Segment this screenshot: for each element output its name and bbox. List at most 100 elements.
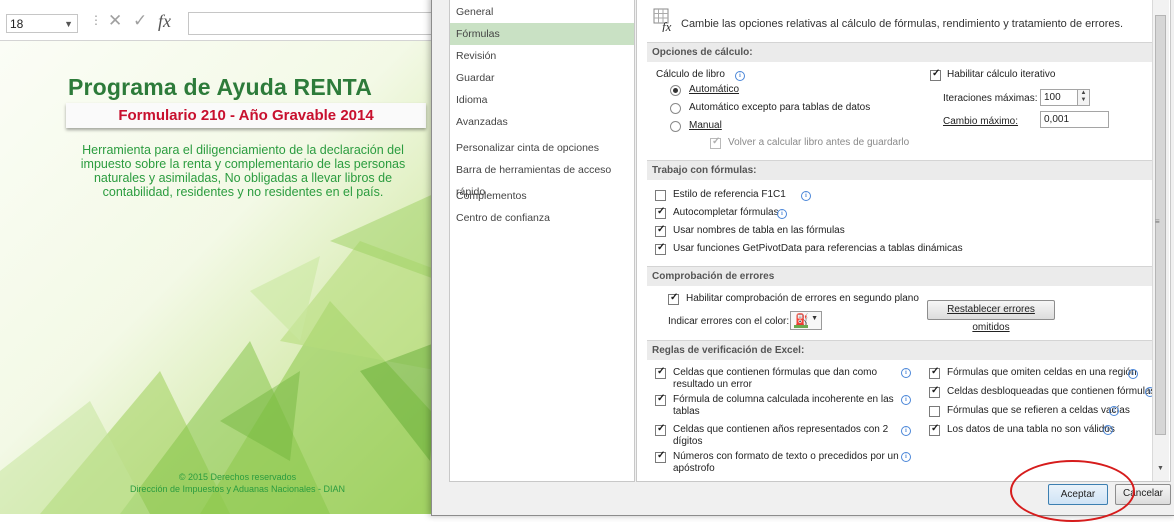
more-icon: ⋮ — [90, 13, 102, 27]
checkbox-rule-two-digit-years[interactable] — [655, 423, 666, 436]
check-icon[interactable]: ✓ — [133, 11, 147, 31]
name-box[interactable]: 18 ▼ — [6, 14, 78, 33]
rule-inconsistent-column-line2[interactable]: tablas — [673, 406, 700, 417]
iterative-label[interactable]: Habilitar cálculo iterativo — [947, 69, 1055, 80]
options-content: fx Cambie las opciones relativas al cálc… — [636, 0, 1171, 482]
info-icon: i — [801, 191, 811, 201]
nav-item-revision[interactable]: Revisión — [450, 45, 634, 67]
nav-item-avanzadas[interactable]: Avanzadas — [450, 111, 634, 133]
nav-item-centro-confianza[interactable]: Centro de confianza — [450, 207, 634, 229]
rule-invalid-table-data-label[interactable]: Los datos de una tabla no son válidos — [947, 424, 1115, 435]
formula-input[interactable] — [188, 12, 440, 35]
institution-line: Dirección de Impuestos y Aduanas Naciona… — [129, 484, 346, 494]
checkbox-rule-numbers-as-text[interactable] — [655, 450, 666, 463]
info-icon: i — [1109, 406, 1119, 416]
cancel-icon[interactable]: ✕ — [108, 11, 122, 31]
nav-item-complementos[interactable]: Complementos — [450, 185, 634, 207]
info-icon: i — [901, 452, 911, 462]
max-change-label: Cambio máximo: — [943, 116, 1019, 127]
excel-workbook: 18 ▼ ⋮ ✕ ✓ fx Programa de Ayuda RENTA Fo… — [0, 0, 440, 514]
copyright-line: © 2015 Derechos reservados — [178, 472, 297, 482]
checkbox-iterative[interactable] — [930, 68, 941, 81]
nav-item-formulas[interactable]: Fórmulas — [450, 23, 634, 45]
error-color-picker[interactable]: ⛽ ▼ — [790, 311, 822, 330]
grip-icon: ≡ — [1155, 217, 1160, 226]
formula-icon: fx — [653, 8, 672, 32]
scroll-down-icon[interactable]: ▼ — [1157, 465, 1164, 472]
program-description: Herramienta para el diligenciamiento de … — [80, 143, 406, 199]
insert-function-icon[interactable]: fx — [158, 11, 171, 32]
checkbox-rule-inconsistent-column[interactable] — [655, 393, 666, 406]
max-iterations-input[interactable]: 100 — [1040, 89, 1078, 106]
r1c1-label[interactable]: Estilo de referencia F1C1 — [673, 189, 786, 200]
info-icon: i — [901, 368, 911, 378]
chevron-down-icon[interactable]: ▼ — [64, 15, 73, 34]
error-color-label: Indicar errores con el color: — [668, 316, 790, 327]
rule-error-formulas-line2[interactable]: resultado un error — [673, 379, 752, 390]
section-formulas: Trabajo con fórmulas: — [647, 160, 1164, 180]
cancel-button[interactable]: Cancelar — [1115, 484, 1171, 505]
vertical-scrollbar[interactable]: ≡ ▼ — [1152, 0, 1169, 481]
radio-auto-except-tables[interactable] — [670, 103, 681, 114]
rule-inconsistent-column-line1[interactable]: Fórmula de columna calculada incoherente… — [673, 394, 894, 405]
background-error-check-label[interactable]: Habilitar comprobación de errores en seg… — [686, 293, 919, 304]
checkbox-rule-invalid-table-data[interactable] — [929, 423, 940, 436]
autocomplete-label[interactable]: Autocompletar fórmulas — [673, 207, 779, 218]
checkbox-rule-unlocked-cells[interactable] — [929, 385, 940, 398]
worksheet: Programa de Ayuda RENTA Formulario 210 -… — [0, 41, 440, 514]
section-error-checking: Comprobación de errores — [647, 266, 1164, 286]
info-icon: i — [901, 395, 911, 405]
checkbox-recalc-before-save — [710, 136, 721, 149]
color-swatch — [794, 325, 808, 328]
checkbox-autocomplete[interactable] — [655, 206, 666, 219]
info-icon: i — [901, 426, 911, 436]
checkbox-rule-error-formulas[interactable] — [655, 366, 666, 379]
rule-numbers-as-text-line2[interactable]: apóstrofo — [673, 463, 715, 474]
rule-two-digit-years-line2[interactable]: dígitos — [673, 436, 702, 447]
header-description: Cambie las opciones relativas al cálculo… — [681, 18, 1124, 30]
radio-manual[interactable] — [670, 121, 681, 132]
nav-item-barra-acceso-rapido[interactable]: Barra de herramientas de acceso rápido — [450, 159, 634, 198]
reset-ignored-errors-button[interactable]: Restablecer errores omitidos — [927, 300, 1055, 333]
section-excel-rules: Reglas de verificación de Excel: — [647, 340, 1164, 360]
rule-two-digit-years-line1[interactable]: Celdas que contienen años representados … — [673, 424, 888, 435]
rule-omit-cells-label[interactable]: Fórmulas que omiten celdas en una región — [947, 367, 1137, 378]
workbook-calc-label: Cálculo de libro — [656, 69, 725, 80]
rule-empty-cells-label[interactable]: Fórmulas que se refieren a celdas vacías — [947, 405, 1130, 416]
nav-item-personalizar-cinta[interactable]: Personalizar cinta de opciones — [450, 137, 634, 159]
nav-item-idioma[interactable]: Idioma — [450, 89, 634, 111]
rule-numbers-as-text-line1[interactable]: Números con formato de texto o precedido… — [673, 451, 899, 462]
form-subtitle: Formulario 210 - Año Gravable 2014 — [66, 103, 426, 128]
radio-automatic-label[interactable]: Automático — [689, 84, 739, 95]
info-icon: i — [1103, 425, 1113, 435]
radio-manual-label[interactable]: Manual — [689, 120, 722, 131]
max-change-input[interactable]: 0,001 — [1040, 111, 1109, 128]
nav-item-guardar[interactable]: Guardar — [450, 67, 634, 89]
name-box-value: 18 — [10, 17, 24, 31]
svg-text:fx: fx — [662, 19, 672, 32]
checkbox-table-names[interactable] — [655, 224, 666, 237]
info-icon: i — [777, 209, 787, 219]
info-icon: i — [735, 71, 745, 81]
checkbox-r1c1[interactable] — [655, 190, 666, 201]
radio-auto-except-label[interactable]: Automático excepto para tablas de datos — [689, 102, 870, 113]
checkbox-rule-empty-cells[interactable] — [929, 406, 940, 417]
checkbox-background-error-check[interactable] — [668, 292, 679, 305]
radio-automatic[interactable] — [670, 85, 681, 96]
table-names-label[interactable]: Usar nombres de tabla en las fórmulas — [673, 225, 845, 236]
max-iterations-spinner[interactable]: ▲ ▼ — [1078, 89, 1090, 106]
checkbox-getpivotdata[interactable] — [655, 242, 666, 255]
checkbox-rule-omit-cells[interactable] — [929, 366, 940, 379]
info-icon: i — [1128, 369, 1138, 379]
excel-options-dialog: General Fórmulas Revisión Guardar Idioma… — [431, 0, 1174, 516]
rule-error-formulas-line1[interactable]: Celdas que contienen fórmulas que dan co… — [673, 367, 877, 378]
ok-button[interactable]: Aceptar — [1048, 484, 1108, 505]
rule-unlocked-cells-label[interactable]: Celdas desbloqueadas que contienen fórmu… — [947, 386, 1155, 397]
chevron-down-icon: ▼ — [811, 315, 818, 322]
formula-bar: 18 ▼ ⋮ ✕ ✓ fx — [0, 0, 440, 41]
getpivotdata-label[interactable]: Usar funciones GetPivotData para referen… — [673, 243, 963, 254]
page-header: fx Cambie las opciones relativas al cálc… — [653, 6, 1153, 34]
recalc-before-save-label: Volver a calcular libro antes de guardar… — [728, 137, 910, 148]
nav-item-general[interactable]: General — [450, 1, 634, 23]
max-iterations-label: Iteraciones máximas: — [943, 93, 1038, 104]
